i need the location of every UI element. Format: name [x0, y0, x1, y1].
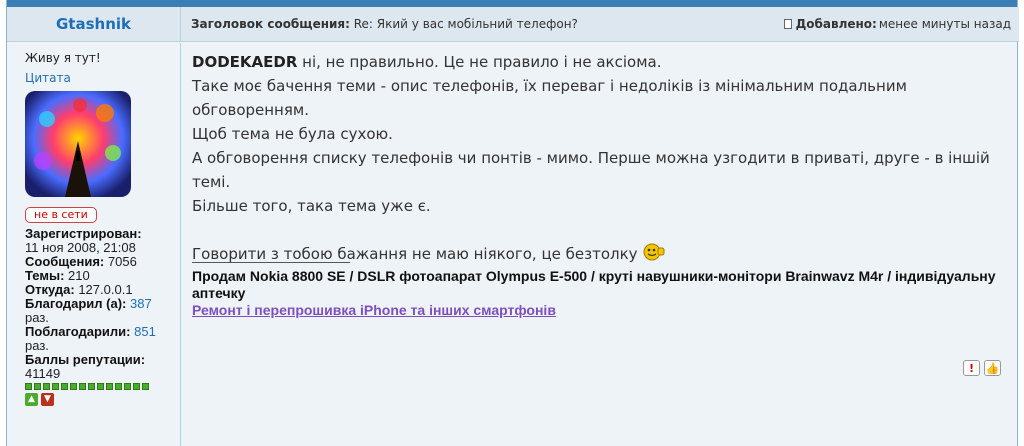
reputation-dot: [133, 383, 140, 390]
was-thanked-stat: Поблагодарили: 851 раз.: [25, 324, 156, 353]
user-status-text: Живу я тут!: [25, 51, 101, 65]
signature-divider: [192, 262, 350, 263]
topics-stat: Темы: 210: [25, 268, 90, 283]
reputation-stat: Баллы репутации: 41149: [25, 352, 146, 381]
post-actions: ! 👍: [963, 360, 1001, 376]
report-icon[interactable]: !: [963, 360, 980, 376]
minus-reputation-icon[interactable]: ▼: [41, 393, 54, 406]
reputation-dot: [142, 383, 149, 390]
reputation-dot: [106, 383, 113, 390]
post-subject: Заголовок сообщения: Re: Який у вас мобі…: [191, 17, 578, 31]
post-line-1: DODEKAEDR ні, не правильно. Це не правил…: [192, 53, 662, 71]
from-stat: Откуда: 127.0.0.1: [25, 282, 133, 297]
signature-repair-link[interactable]: Ремонт і перепрошивка iPhone та інших см…: [192, 302, 1012, 319]
avatar: [25, 91, 131, 197]
reputation-dot: [97, 383, 104, 390]
document-icon: [783, 19, 792, 29]
post-line-4: А обговорення списку телефонів чи понтів…: [192, 149, 990, 191]
thanked-stat: Благодарил (а): 387 раз.: [25, 296, 152, 325]
reputation-dot: [43, 383, 50, 390]
signature-sale-text: Продам Nokia 8800 SE / DSLR фотоапарат O…: [192, 268, 996, 301]
reputation-dot: [70, 383, 77, 390]
author-name[interactable]: Gtashnik: [56, 15, 131, 33]
was-thanked-count-link[interactable]: 851: [134, 324, 156, 339]
registered-stat: Зарегистрирован: 11 ноя 2008, 21:08: [25, 226, 142, 255]
messages-stat: Сообщения: 7056: [25, 254, 137, 269]
added-label: Добавлено:: [795, 17, 877, 31]
added-value: менее минуты назад: [878, 17, 1011, 31]
offline-badge: не в сети: [25, 207, 97, 223]
reputation-dot: [52, 383, 59, 390]
reputation-dot: [61, 383, 68, 390]
plus-reputation-icon[interactable]: ▲: [25, 393, 38, 406]
reputation-bar: [25, 383, 180, 390]
signature: Продам Nokia 8800 SE / DSLR фотоапарат O…: [192, 268, 1012, 319]
top-bar: [7, 0, 1017, 7]
user-panel: Живу я тут! Цитата не в сети Зарегистрир…: [7, 43, 181, 446]
thanked-count-link[interactable]: 387: [130, 296, 152, 311]
quote-link[interactable]: Цитата: [25, 71, 180, 85]
thumbs-up-smiley-icon: [642, 242, 665, 261]
post-line-5: Більше того, така тема уже є.: [192, 197, 431, 215]
author-header: Gtashnik: [7, 7, 181, 42]
subject-value: Re: Який у вас мобільний телефон?: [353, 17, 578, 31]
reputation-dot: [25, 383, 32, 390]
subject-label: Заголовок сообщения:: [191, 17, 350, 31]
reputation-dot: [79, 383, 86, 390]
reputation-vote: ▲ ▼: [25, 393, 180, 406]
post-line-3: Щоб тема не була сухою.: [192, 125, 393, 143]
reputation-dot: [34, 383, 41, 390]
post-line-2: Таке моє бачення теми - опис телефонів, …: [192, 77, 907, 119]
post-date: Добавлено: менее минуты назад: [783, 17, 1011, 31]
reputation-dot: [88, 383, 95, 390]
reputation-dot: [124, 383, 131, 390]
post-header: Заголовок сообщения: Re: Який у вас мобі…: [181, 7, 1019, 42]
reputation-dot: [115, 383, 122, 390]
quoted-nick: DODEKAEDR: [192, 53, 298, 71]
thumbs-up-icon[interactable]: 👍: [984, 360, 1001, 376]
post-body: DODEKAEDR ні, не правильно. Це не правил…: [192, 50, 1012, 266]
